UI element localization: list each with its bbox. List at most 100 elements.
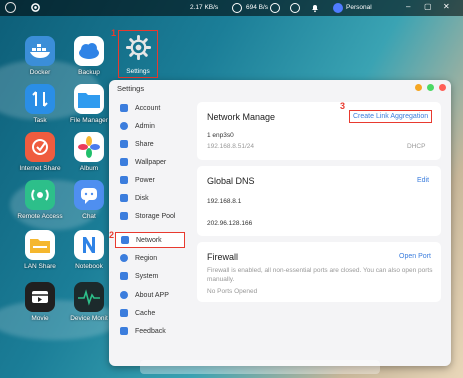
sidebar-item-label: Power	[135, 176, 155, 184]
dns-server-1: 192.168.8.1	[207, 198, 242, 205]
bell-icon[interactable]	[310, 3, 320, 13]
sidebar-item-network[interactable]: Network	[115, 232, 185, 248]
interface-name: 1 enp3s0	[207, 132, 234, 139]
album-icon	[74, 132, 104, 162]
desktop-app-docker[interactable]: Docker	[15, 36, 65, 76]
app-label: Chat	[82, 213, 96, 220]
power-icon[interactable]	[290, 3, 300, 13]
sidebar-item-wallpaper[interactable]: Wallpaper	[115, 154, 185, 170]
sidebar-item-label: About APP	[135, 291, 169, 299]
region-icon	[120, 254, 128, 262]
window-title: Settings	[117, 84, 145, 93]
minimize-icon[interactable]: –	[406, 2, 410, 11]
cache-icon	[120, 309, 128, 317]
sidebar-item-label: Feedback	[135, 327, 166, 335]
app-label: Internet Share	[19, 165, 61, 172]
user-avatar-icon[interactable]	[333, 3, 343, 13]
edit-dns-button[interactable]: Edit	[417, 177, 429, 184]
dock	[140, 360, 380, 374]
sidebar-item-admin[interactable]: Admin	[115, 118, 185, 134]
device-monitor-icon	[74, 282, 104, 312]
share-icon	[120, 140, 128, 148]
sidebar-item-label: Disk	[135, 194, 149, 202]
app-label: Notebook	[75, 263, 103, 270]
create-link-aggregation-button[interactable]: Create Link Aggregation	[349, 110, 433, 123]
desktop-app-movie[interactable]: Movie	[15, 282, 65, 322]
settings-main: Network Manage Create Link Aggregation 1…	[189, 96, 451, 366]
power-icon	[120, 176, 128, 184]
chat-icon	[74, 180, 104, 210]
desktop-app-lan-share[interactable]: LAN Share	[15, 230, 65, 270]
network-status-icon[interactable]	[232, 3, 242, 13]
app-label: Album	[79, 165, 99, 172]
sidebar-item-disk[interactable]: Disk	[115, 190, 185, 206]
card-title: Firewall	[207, 252, 239, 262]
remote-access-icon	[25, 180, 55, 210]
network-manage-card: Network Manage Create Link Aggregation 1…	[197, 102, 441, 160]
step-marker-1: 1	[111, 28, 117, 38]
admin-icon	[120, 122, 128, 130]
sidebar-item-storage-pool[interactable]: Storage Pool	[115, 208, 185, 224]
sidebar-item-power[interactable]: Power	[115, 172, 185, 188]
settings-sidebar: Account Admin Share Wallpaper Power Disk…	[109, 96, 187, 366]
desktop-app-internet-share[interactable]: Internet Share	[15, 132, 65, 172]
open-port-button[interactable]: Open Port	[399, 253, 431, 260]
desktop-app-remote-access[interactable]: Remote Access	[15, 180, 65, 220]
dns-server-2: 202.96.128.166	[207, 220, 253, 227]
sidebar-item-feedback[interactable]: Feedback	[115, 323, 185, 339]
download-speed: 694 B/s	[246, 4, 269, 11]
sidebar-item-label: Share	[135, 140, 154, 148]
sidebar-item-label: Cache	[135, 309, 156, 317]
sidebar-item-label: Network	[136, 236, 162, 244]
maximize-icon[interactable]: ▢	[424, 2, 432, 11]
desktop-app-album[interactable]: Album	[64, 132, 114, 172]
top-bar: 2.17 KB/s 694 B/s Personal – ▢ ✕	[0, 0, 463, 16]
app-label: Task	[33, 117, 47, 124]
system-icon	[120, 272, 128, 280]
settings-gear-icon[interactable]	[30, 2, 41, 13]
desktop-app-notebook[interactable]: Notebook	[64, 230, 114, 270]
minimize-window-button[interactable]	[415, 84, 422, 91]
desktop-app-settings[interactable]: Settings	[118, 30, 158, 78]
sidebar-item-share[interactable]: Share	[115, 136, 185, 152]
settings-window: Settings Account Admin Share Wallpaper P…	[109, 80, 451, 366]
desktop-app-backup[interactable]: Backup	[64, 36, 114, 76]
backup-cloud-icon	[74, 36, 104, 66]
user-name[interactable]: Personal	[346, 4, 372, 11]
sidebar-item-account[interactable]: Account	[115, 100, 185, 116]
sidebar-item-region[interactable]: Region	[115, 250, 185, 266]
app-label: Device Monit	[70, 315, 108, 322]
desktop-app-task[interactable]: Task	[15, 84, 65, 124]
interface-mode: DHCP	[407, 143, 426, 150]
sidebar-item-about-app[interactable]: About APP	[115, 287, 185, 303]
desktop-app-chat[interactable]: Chat	[64, 180, 114, 220]
notification-sync-icon[interactable]	[270, 3, 280, 13]
folder-icon	[74, 84, 104, 114]
sidebar-item-system[interactable]: System	[115, 268, 185, 284]
desktop-app-file-manager[interactable]: File Manager	[64, 84, 114, 124]
maximize-window-button[interactable]	[427, 84, 434, 91]
app-label: File Manager	[70, 117, 108, 124]
settings-gear-icon	[125, 34, 152, 61]
system-logo-icon[interactable]	[5, 2, 16, 13]
global-dns-card: Global DNS Edit 192.168.8.1 202.96.128.1…	[197, 166, 441, 236]
sidebar-item-label: Admin	[135, 122, 155, 130]
close-icon[interactable]: ✕	[443, 2, 450, 11]
app-label: LAN Share	[24, 263, 56, 270]
interface-ip: 192.168.8.51/24	[207, 143, 254, 150]
step-marker-3: 3	[340, 101, 346, 111]
sidebar-item-label: Storage Pool	[135, 212, 176, 220]
about-icon	[120, 291, 128, 299]
feedback-icon	[120, 327, 128, 335]
movie-icon	[25, 282, 55, 312]
close-window-button[interactable]	[439, 84, 446, 91]
sidebar-item-cache[interactable]: Cache	[115, 305, 185, 321]
window-titlebar[interactable]: Settings	[109, 80, 451, 96]
desktop-app-device-monitor[interactable]: Device Monit	[64, 282, 114, 322]
app-label: Settings	[126, 68, 150, 75]
wallpaper-icon	[120, 158, 128, 166]
sidebar-item-label: Wallpaper	[135, 158, 167, 166]
network-icon	[121, 236, 129, 244]
firewall-card: Firewall Open Port Firewall is enabled, …	[197, 242, 441, 302]
card-title: Global DNS	[207, 176, 255, 186]
